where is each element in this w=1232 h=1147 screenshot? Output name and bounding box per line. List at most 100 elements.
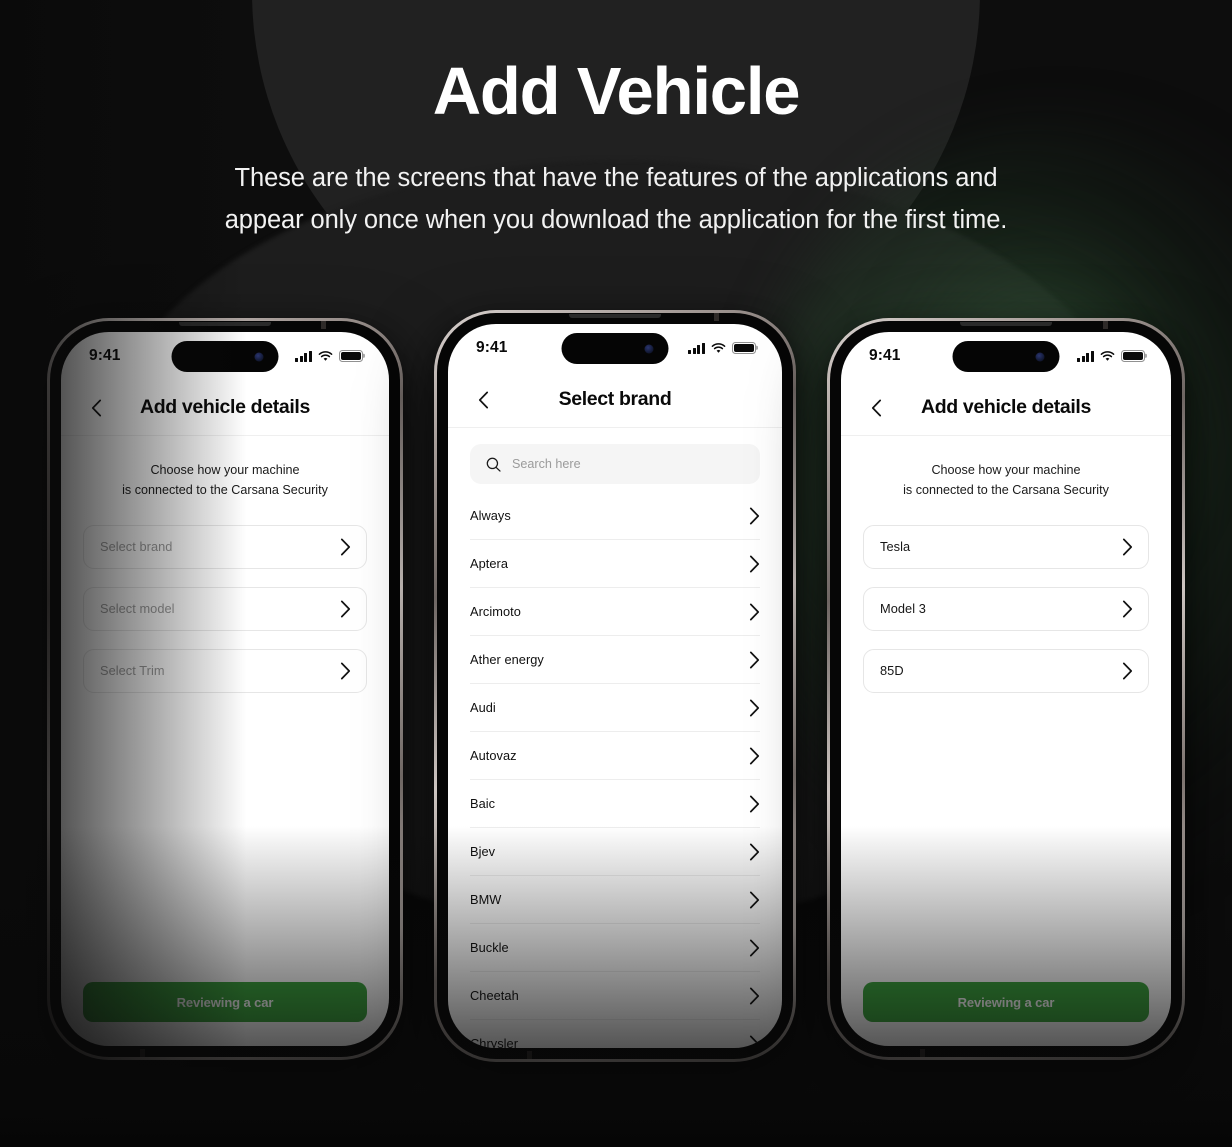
wifi-icon [711,342,726,354]
back-button[interactable] [83,395,109,421]
brand-name: Bjev [470,844,496,859]
list-item[interactable]: Aptera [470,540,760,588]
antenna-band [527,1051,532,1059]
brand-name: Aptera [470,556,509,571]
status-bar: 9:41 [841,332,1171,380]
screen-subtitle: Choose how your machine is connected to … [841,436,1171,501]
battery-full-icon [1121,350,1145,362]
cellular-bars-icon [295,350,312,362]
chevron-right-icon [749,699,760,716]
brand-name: Cheetah [470,988,519,1003]
list-item[interactable]: Buckle [470,924,760,972]
chevron-right-icon [749,651,760,668]
brand-name: Buckle [470,940,509,955]
screen-add-vehicle-details-filled: 9:41 Add vehicle details Choose how your… [841,332,1171,1046]
brand-list: Always Aptera Arcimoto Ather energy Audi… [448,484,782,1048]
brand-name: Ather energy [470,652,544,667]
chevron-left-icon [91,399,101,416]
page-subtitle-line-2: appear only once when you download the a… [224,206,1008,235]
back-button[interactable] [863,395,889,421]
phone-bezel: 9:41 Select brand Search here Always Apt… [437,313,793,1059]
brand-name: Always [470,508,511,523]
earpiece-speaker [569,314,661,318]
battery-full-icon [339,350,363,362]
select-brand-row[interactable]: Tesla [863,524,1149,569]
list-item[interactable]: Cheetah [470,972,760,1020]
chevron-right-icon [1122,538,1133,556]
navigation-bar: Add vehicle details [841,380,1171,436]
phone-mockup-add-vehicle-details-empty: 9:41 Add vehicle details Choose how your… [47,318,403,1060]
screen-title: Add vehicle details [140,396,310,418]
brand-name: Autovaz [470,748,517,763]
status-bar: 9:41 [448,324,782,372]
antenna-band [321,321,326,329]
list-item[interactable]: Chrysler [470,1020,760,1048]
phone-bezel: 9:41 Add vehicle details Choose how your… [50,321,400,1057]
brand-name: BMW [470,892,502,907]
navigation-bar: Select brand [448,372,782,428]
select-trim-row[interactable]: Select Trim [83,648,367,693]
screen-subtitle-line-2: is connected to the Carsana Security [122,483,328,498]
screen-add-vehicle-details-empty: 9:41 Add vehicle details Choose how your… [61,332,389,1046]
list-item[interactable]: Baic [470,780,760,828]
vehicle-field-list: Tesla Model 3 85D [841,501,1171,693]
list-item[interactable]: Bjev [470,828,760,876]
chevron-right-icon [749,795,760,812]
search-placeholder: Search here [512,457,581,471]
cta-container: Reviewing a car [61,982,389,1022]
status-bar-time: 9:41 [869,347,901,364]
select-trim-value: Select Trim [100,663,165,679]
screen-title: Select brand [558,388,672,410]
select-model-value: Select model [100,601,175,617]
cta-container: Reviewing a car [841,982,1171,1022]
wifi-icon [318,350,333,362]
brand-name: Chrysler [470,1036,519,1048]
select-model-row[interactable]: Select model [83,586,367,631]
cellular-bars-icon [688,342,705,354]
chevron-right-icon [749,987,760,1004]
presentation-canvas: Add Vehicle These are the screens that h… [0,0,1232,1147]
chevron-left-icon [871,399,881,416]
antenna-band [140,1049,145,1057]
earpiece-speaker [179,322,271,326]
chevron-right-icon [749,603,760,620]
battery-full-icon [732,342,756,354]
chevron-left-icon [478,391,488,408]
list-item[interactable]: Audi [470,684,760,732]
chevron-right-icon [749,1035,760,1048]
select-model-value: Model 3 [880,601,926,617]
search-container: Search here [448,428,782,484]
chevron-right-icon [749,939,760,956]
chevron-right-icon [1122,600,1133,618]
select-brand-row[interactable]: Select brand [83,524,367,569]
select-brand-value: Select brand [100,539,173,555]
screen-subtitle-line-2: is connected to the Carsana Security [903,483,1109,498]
page-subtitle: These are the screens that have the feat… [0,158,1232,242]
status-bar-time: 9:41 [89,347,121,364]
list-item[interactable]: Always [470,492,760,540]
antenna-band [920,1049,925,1057]
search-input[interactable]: Search here [470,444,760,484]
chevron-right-icon [340,662,351,680]
list-item[interactable]: BMW [470,876,760,924]
chevron-right-icon [340,538,351,556]
back-button[interactable] [470,387,496,413]
reviewing-a-car-button[interactable]: Reviewing a car [863,982,1149,1022]
select-model-row[interactable]: Model 3 [863,586,1149,631]
page-header: Add Vehicle These are the screens that h… [0,54,1232,242]
list-item[interactable]: Ather energy [470,636,760,684]
chevron-right-icon [749,891,760,908]
cellular-bars-icon [1077,350,1094,362]
vehicle-field-list: Select brand Select model Select Trim [61,501,389,693]
select-brand-value: Tesla [880,539,911,555]
select-trim-row[interactable]: 85D [863,648,1149,693]
list-item[interactable]: Autovaz [470,732,760,780]
status-bar-indicators [295,350,363,362]
list-item[interactable]: Arcimoto [470,588,760,636]
dynamic-island [171,341,279,372]
reviewing-a-car-button[interactable]: Reviewing a car [83,982,367,1022]
page-title: Add Vehicle [432,54,801,129]
status-bar-indicators [688,342,756,354]
status-bar-indicators [1077,350,1145,362]
phone-mockup-add-vehicle-details-filled: 9:41 Add vehicle details Choose how your… [827,318,1185,1060]
